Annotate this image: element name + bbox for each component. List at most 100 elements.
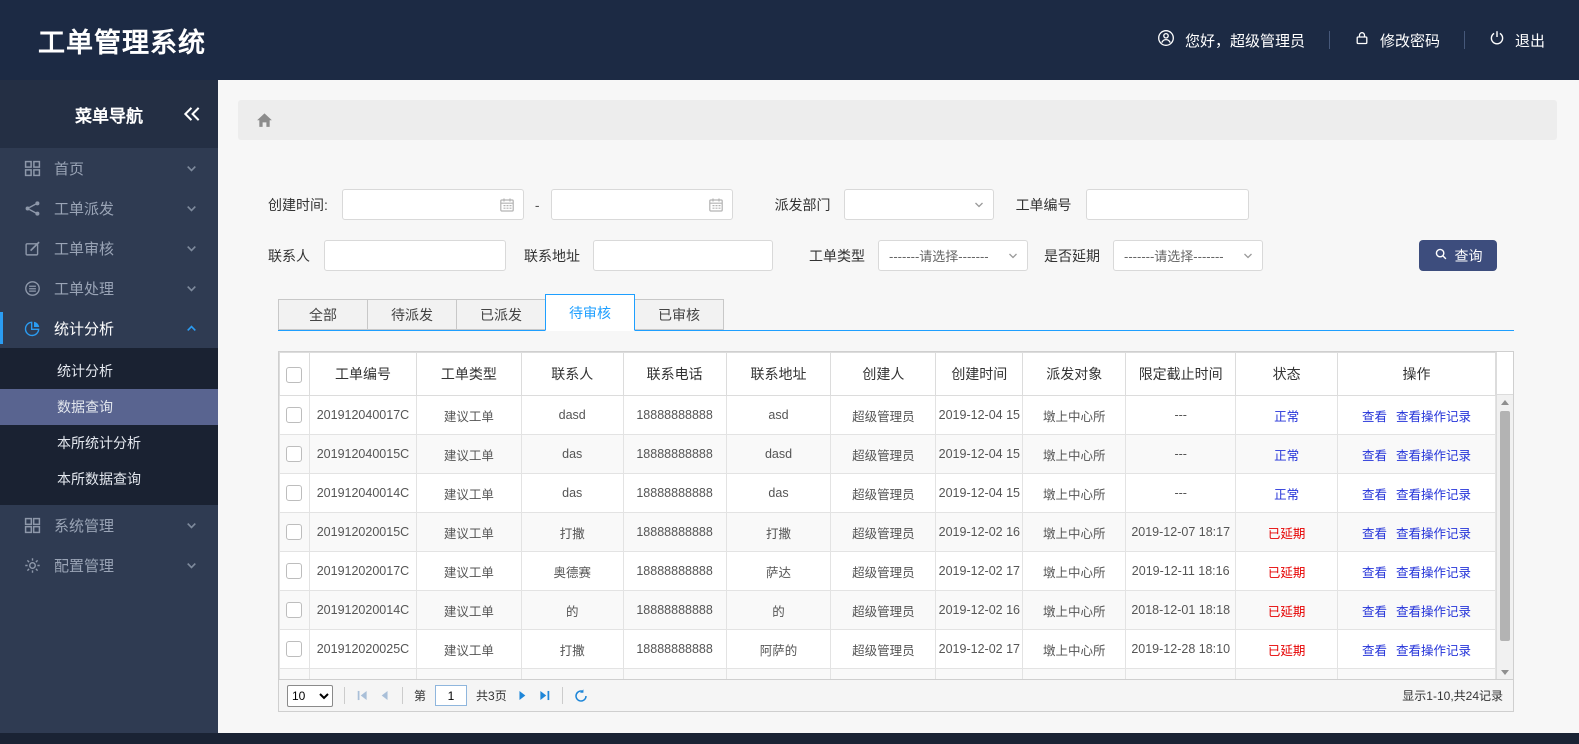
row-checkbox[interactable] xyxy=(286,602,303,618)
divider xyxy=(561,687,563,704)
tab-all[interactable]: 全部 xyxy=(278,299,368,330)
order-type-select[interactable]: -------请选择------- xyxy=(878,240,1028,271)
tab-pending-dispatch[interactable]: 待派发 xyxy=(367,299,457,330)
column-header: 联系地址 xyxy=(725,352,832,396)
view-log-link[interactable]: 查看操作记录 xyxy=(1396,488,1471,502)
cell-status: 正常 xyxy=(1235,434,1338,474)
view-link[interactable]: 查看 xyxy=(1362,605,1387,619)
refresh-icon[interactable] xyxy=(574,688,588,703)
cell-creator xyxy=(830,668,937,679)
scroll-down-arrow-icon[interactable] xyxy=(1497,665,1513,679)
user-greeting[interactable]: 您好，超级管理员 xyxy=(1157,29,1305,51)
cell-address: das xyxy=(725,473,832,513)
sidebar-item-dispatch[interactable]: 工单派发 xyxy=(0,188,218,228)
sidebar-item-review[interactable]: 工单审核 xyxy=(0,228,218,268)
search-button[interactable]: 查询 xyxy=(1419,240,1497,271)
submenu-item-stats-analysis[interactable]: 统计分析 xyxy=(0,353,218,389)
calendar-icon[interactable] xyxy=(708,197,724,213)
row-checkbox[interactable] xyxy=(286,641,303,657)
cell-deadline: --- xyxy=(1125,473,1237,513)
page-size-select[interactable]: 10 xyxy=(287,684,333,707)
sidebar-item-config[interactable]: 配置管理 xyxy=(0,545,218,585)
next-page-button[interactable] xyxy=(516,689,529,702)
view-link[interactable]: 查看 xyxy=(1362,449,1387,463)
created-end-input[interactable] xyxy=(561,197,708,212)
user-circle-icon xyxy=(1157,29,1175,51)
status-badge: 已延期 xyxy=(1267,526,1306,541)
calendar-icon[interactable] xyxy=(499,197,515,213)
edit-icon xyxy=(24,240,41,257)
view-log-link[interactable]: 查看操作记录 xyxy=(1396,410,1471,424)
page-number-input[interactable] xyxy=(435,685,468,706)
divider xyxy=(402,687,403,704)
sidebar-item-system[interactable]: 系统管理 xyxy=(0,505,218,545)
contact-input[interactable] xyxy=(335,248,495,263)
cell-address: 阿萨的 xyxy=(725,629,832,669)
view-link[interactable]: 查看 xyxy=(1362,644,1387,658)
column-header: 派发对象 xyxy=(1022,352,1127,396)
cell-contact: das xyxy=(520,473,624,513)
tab-dispatched[interactable]: 已派发 xyxy=(456,299,546,330)
row-checkbox[interactable] xyxy=(286,524,303,540)
submenu-item-branch-stats[interactable]: 本所统计分析 xyxy=(0,425,218,461)
view-log-link[interactable]: 查看操作记录 xyxy=(1396,527,1471,541)
column-header: 工单类型 xyxy=(415,352,522,396)
tab-pending-review[interactable]: 待审核 xyxy=(545,294,635,331)
sidebar-item-statistics[interactable]: 统计分析 xyxy=(0,308,218,348)
view-log-link[interactable]: 查看操作记录 xyxy=(1396,566,1471,580)
scrollbar-header-stub xyxy=(1497,352,1513,395)
prev-page-button[interactable] xyxy=(378,689,391,702)
sidebar-item-label: 首页 xyxy=(54,160,85,178)
select-all-checkbox[interactable] xyxy=(286,366,303,383)
cell-target xyxy=(1022,668,1127,679)
row-checkbox[interactable] xyxy=(286,563,303,579)
view-link[interactable]: 查看 xyxy=(1362,527,1387,541)
order-no-input[interactable] xyxy=(1096,197,1238,212)
home-icon[interactable] xyxy=(255,111,274,130)
view-log-link[interactable]: 查看操作记录 xyxy=(1396,449,1471,463)
scroll-up-arrow-icon[interactable] xyxy=(1497,395,1513,409)
cell-created xyxy=(935,668,1024,679)
cell-address: asd xyxy=(725,395,832,435)
cell-no: 201912040015C xyxy=(308,434,417,474)
contact-label: 联系人 xyxy=(268,247,310,264)
sidebar-item-home[interactable]: 首页 xyxy=(0,148,218,188)
cell-address: 的 xyxy=(725,590,832,630)
cell-contact: 的 xyxy=(520,590,624,630)
cell-created: 2019-12-04 15 xyxy=(935,434,1024,474)
column-header: 联系电话 xyxy=(622,352,727,396)
delay-select[interactable]: -------请选择------- xyxy=(1113,240,1263,271)
view-link[interactable]: 查看 xyxy=(1362,488,1387,502)
scrollbar-track[interactable] xyxy=(1497,395,1513,679)
sidebar-submenu: 统计分析 数据查询 本所统计分析 本所数据查询 xyxy=(0,348,218,505)
column-header: 工单编号 xyxy=(308,352,417,396)
created-start-input[interactable] xyxy=(352,197,499,212)
view-log-link[interactable]: 查看操作记录 xyxy=(1396,605,1471,619)
scrollbar-thumb[interactable] xyxy=(1500,411,1510,641)
lock-icon xyxy=(1354,30,1370,50)
cell-created: 2019-12-02 17 xyxy=(935,629,1024,669)
address-field xyxy=(593,240,773,271)
row-checkbox[interactable] xyxy=(286,407,303,423)
tab-reviewed[interactable]: 已审核 xyxy=(634,299,724,330)
cell-actions: 查看 查看操作记录 xyxy=(1337,629,1496,669)
change-password-button[interactable]: 修改密码 xyxy=(1354,30,1440,51)
address-input[interactable] xyxy=(604,248,762,263)
first-page-button[interactable] xyxy=(356,689,369,702)
last-page-button[interactable] xyxy=(538,689,551,702)
dispatch-dept-select[interactable] xyxy=(843,189,994,220)
cell-phone: 18888888888 xyxy=(622,395,727,435)
double-chevron-left-icon[interactable] xyxy=(182,106,202,122)
view-log-link[interactable]: 查看操作记录 xyxy=(1396,644,1471,658)
logout-button[interactable]: 退出 xyxy=(1489,30,1545,51)
cell-contact xyxy=(520,668,624,679)
row-checkbox[interactable] xyxy=(286,446,303,462)
row-checkbox[interactable] xyxy=(286,485,303,501)
sidebar-item-process[interactable]: 工单处理 xyxy=(0,268,218,308)
cell-address: 萨达 xyxy=(725,551,832,591)
view-link[interactable]: 查看 xyxy=(1362,410,1387,424)
submenu-item-branch-data-query[interactable]: 本所数据查询 xyxy=(0,461,218,497)
view-link[interactable]: 查看 xyxy=(1362,566,1387,580)
submenu-item-data-query[interactable]: 数据查询 xyxy=(0,389,218,425)
cell-phone: 18888888888 xyxy=(622,629,727,669)
